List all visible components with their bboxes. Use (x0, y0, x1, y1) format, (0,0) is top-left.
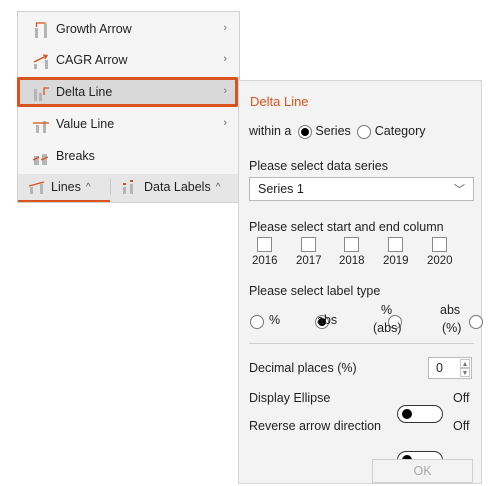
year-label: 2018 (339, 255, 365, 267)
growth-arrow-icon (35, 22, 47, 38)
caret-up-icon: ^ (85, 181, 91, 193)
panel-title: Delta Line (250, 94, 309, 109)
value-line-icon (33, 121, 49, 133)
ellipse-label: Display Ellipse (249, 391, 331, 405)
chevron-right-icon: › (223, 53, 227, 65)
delta-line-panel: Delta Line within a Series Category Plea… (238, 80, 484, 484)
year-label: 2017 (296, 255, 322, 267)
within-row: within a Series Category (249, 124, 426, 139)
stepper-up-icon[interactable]: ▲ (460, 359, 470, 368)
menu-item-label: Delta Line (56, 85, 113, 99)
label-type-percent-radio[interactable] (250, 314, 264, 329)
tab-lines[interactable]: Lines ^ (18, 174, 110, 202)
label-type-abs-pct-radio[interactable] (469, 314, 484, 329)
category-radio-label: Category (374, 124, 426, 138)
chevron-right-icon: › (223, 85, 227, 97)
chevron-right-icon: › (223, 117, 227, 129)
menu-item-label: Breaks (56, 149, 95, 163)
menu-item-cagr-arrow[interactable]: CAGR Arrow › (18, 45, 239, 75)
toggle-knob (402, 408, 412, 419)
tab-label: Lines (51, 180, 81, 194)
chevron-right-icon: › (223, 22, 227, 34)
reverse-label: Reverse arrow direction (249, 419, 381, 433)
year-checkbox-2019[interactable] (388, 237, 403, 252)
decimal-value: 0 (436, 361, 443, 375)
caret-up-icon: ^ (215, 181, 221, 193)
data-labels-icon (123, 180, 133, 194)
label-type-percent-label: % (269, 313, 281, 327)
lines-icon (28, 181, 45, 194)
tab-data-labels[interactable]: Data Labels ^ (111, 174, 237, 200)
year-checkbox-2018[interactable] (344, 237, 359, 252)
menu-item-label: CAGR Arrow (56, 53, 128, 67)
series-radio[interactable] (297, 124, 312, 139)
label-type-abs-pct-bottom: (%) (442, 321, 462, 335)
year-checkbox-2020[interactable] (432, 237, 447, 252)
series-select-value: Series 1 (258, 182, 304, 196)
delta-line-icon (34, 87, 49, 101)
label-type-abs-label: abs (317, 313, 338, 327)
series-select[interactable]: Series 1 ﹀ (249, 177, 474, 201)
lines-flyout-menu: Growth Arrow › CAGR Arrow › Delta Line ›… (17, 11, 240, 176)
reverse-state: Off (453, 419, 470, 433)
menu-item-breaks[interactable]: Breaks (18, 141, 239, 171)
label-type-prompt: Please select label type (249, 284, 381, 298)
within-label: within a (249, 124, 292, 138)
chevron-down-icon: ﹀ (454, 184, 465, 196)
menu-item-label: Growth Arrow (56, 22, 132, 36)
series-prompt: Please select data series (249, 159, 388, 173)
year-label: 2019 (383, 255, 409, 267)
menu-item-delta-line[interactable]: Delta Line › (18, 77, 239, 107)
column-prompt: Please select start and end column (249, 220, 444, 234)
divider (249, 343, 474, 344)
ellipse-toggle[interactable] (397, 404, 443, 423)
decimal-stepper[interactable]: 0 ▲ ▼ (428, 357, 472, 379)
year-label: 2020 (427, 255, 453, 267)
tab-label: Data Labels (144, 180, 211, 194)
menu-item-value-line[interactable]: Value Line › (18, 109, 239, 139)
year-label: 2016 (252, 255, 278, 267)
label-type-abs-pct-top: abs (440, 303, 461, 317)
ok-button[interactable]: OK (372, 459, 473, 483)
stepper-down-icon[interactable]: ▼ (460, 368, 470, 377)
breaks-icon (32, 154, 49, 165)
ribbon-tab-bar: Lines ^ Data Labels ^ (17, 174, 240, 203)
category-radio[interactable] (357, 124, 372, 139)
label-type-pct-abs-bottom: (abs) (373, 321, 402, 335)
menu-item-label: Value Line (56, 117, 115, 131)
label-type-pct-abs-top: % (381, 303, 393, 317)
cagr-arrow-icon (33, 54, 49, 69)
series-radio-label: Series (315, 124, 351, 138)
year-checkbox-2017[interactable] (301, 237, 316, 252)
ellipse-state: Off (453, 391, 470, 405)
menu-item-growth-arrow[interactable]: Growth Arrow › (18, 14, 239, 44)
decimal-label: Decimal places (%) (249, 361, 357, 375)
year-checkbox-2016[interactable] (257, 237, 272, 252)
